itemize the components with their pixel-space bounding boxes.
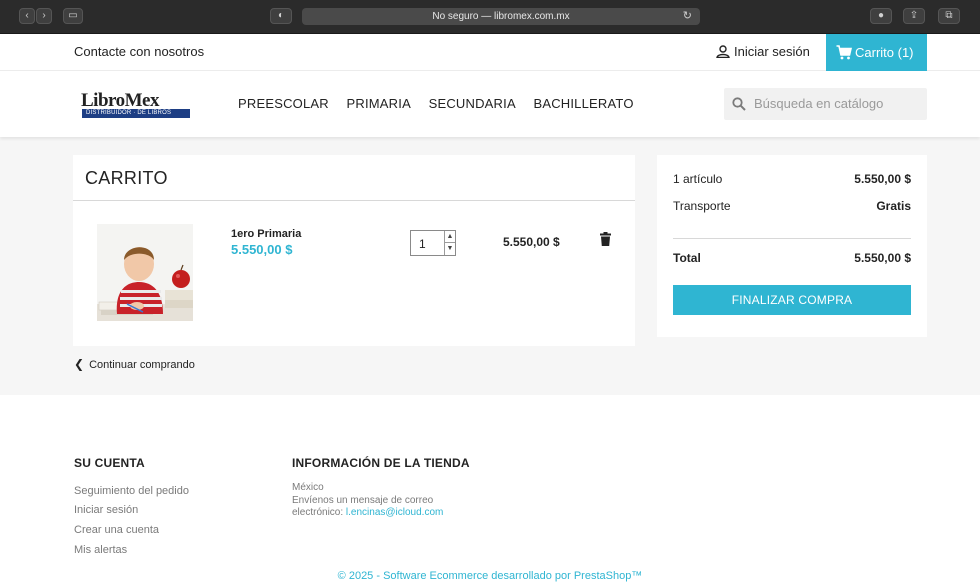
store-email-link[interactable]: l.encinas@icloud.com bbox=[346, 507, 443, 518]
site-header: LibroMex DISTRIBUIDOR · DE LIBROS PREESC… bbox=[0, 71, 980, 137]
share-icon[interactable]: ⇪ bbox=[903, 8, 925, 24]
total-label: Total bbox=[673, 251, 701, 265]
store-country: México bbox=[292, 482, 324, 493]
total-value: 5.550,00 $ bbox=[854, 251, 911, 265]
main-content: CARRITO 1ero Primaria 5.550,00 $ 1 ▲ ▼ 5… bbox=[0, 137, 980, 395]
store-message-line: Envíenos un mensaje de correo bbox=[292, 494, 434, 506]
quantity-stepper[interactable]: 1 ▲ ▼ bbox=[410, 230, 456, 256]
contact-link[interactable]: Contacte con nosotros bbox=[74, 44, 204, 59]
shipping-value: Gratis bbox=[876, 199, 911, 213]
privacy-shield-icon[interactable]: ◐ bbox=[270, 8, 292, 24]
nav-item-secundaria[interactable]: SECUNDARIA bbox=[429, 96, 516, 111]
back-button[interactable]: ‹ bbox=[19, 8, 35, 24]
libromex-logo[interactable]: LibroMex DISTRIBUIDOR · DE LIBROS bbox=[81, 90, 191, 120]
trash-icon[interactable] bbox=[600, 232, 611, 246]
reload-icon[interactable]: ↻ bbox=[683, 8, 692, 25]
forward-button[interactable]: › bbox=[36, 8, 52, 24]
cart-title: CARRITO bbox=[85, 168, 168, 188]
divider bbox=[73, 200, 635, 201]
store-info-heading: INFORMACIÓN DE LA TIENDA bbox=[292, 456, 470, 470]
browser-chrome: ‹ › ▭ ◐ No seguro — libromex.com.mx ↻ ● … bbox=[0, 0, 980, 34]
nav-item-bachillerato[interactable]: BACHILLERATO bbox=[533, 96, 633, 111]
quantity-value[interactable]: 1 bbox=[419, 237, 426, 251]
divider bbox=[673, 238, 911, 239]
search-input[interactable]: Búsqueda en catálogo bbox=[724, 88, 927, 120]
shipping-label: Transporte bbox=[673, 199, 731, 213]
store-email-line: electrónico: l.encinas@icloud.com bbox=[292, 507, 443, 520]
signin-footer-link[interactable]: Iniciar sesión bbox=[74, 504, 138, 516]
create-account-link[interactable]: Crear una cuenta bbox=[74, 524, 159, 536]
continue-shopping-link[interactable]: ❮ Continuar comprando bbox=[74, 357, 195, 371]
continue-shopping-label: Continuar comprando bbox=[89, 359, 195, 371]
product-name[interactable]: 1ero Primaria bbox=[231, 228, 301, 240]
store-email-label: electrónico: bbox=[292, 507, 344, 518]
alerts-link[interactable]: Mis alertas bbox=[74, 544, 127, 556]
search-placeholder: Búsqueda en catálogo bbox=[754, 96, 884, 111]
cart-button[interactable]: Carrito (1) bbox=[826, 34, 927, 71]
line-total: 5.550,00 $ bbox=[503, 235, 560, 249]
sidebar-toggle-button[interactable]: ▭ bbox=[63, 8, 83, 24]
user-icon bbox=[716, 45, 730, 59]
checkout-button[interactable]: FINALIZAR COMPRA bbox=[673, 285, 911, 315]
increment-button[interactable]: ▲ bbox=[445, 231, 455, 243]
shopping-cart-icon bbox=[836, 45, 853, 60]
items-count-label: 1 artículo bbox=[673, 172, 723, 186]
order-summary: 1 artículo 5.550,00 $ Transporte Gratis … bbox=[657, 155, 927, 337]
store-info: México Envíenos un mensaje de correo ele… bbox=[292, 482, 443, 520]
quantity-spinner: ▲ ▼ bbox=[444, 231, 455, 255]
nav-item-primaria[interactable]: PRIMARIA bbox=[347, 96, 411, 111]
downloads-icon[interactable]: ● bbox=[870, 8, 892, 24]
product-price: 5.550,00 $ bbox=[231, 242, 293, 257]
decrement-button[interactable]: ▼ bbox=[445, 243, 455, 255]
tabs-overview-icon[interactable]: ⧉ bbox=[938, 8, 960, 24]
chevron-left-icon: ❮ bbox=[74, 357, 85, 371]
main-nav: PREESCOLAR PRIMARIA SECUNDARIA BACHILLER… bbox=[238, 96, 648, 111]
cart-panel: CARRITO 1ero Primaria 5.550,00 $ 1 ▲ ▼ 5… bbox=[73, 155, 635, 346]
logo-band: DISTRIBUIDOR · DE LIBROS bbox=[82, 109, 190, 118]
order-tracking-link[interactable]: Seguimiento del pedido bbox=[74, 485, 189, 497]
nav-item-preescolar[interactable]: PREESCOLAR bbox=[238, 96, 329, 111]
address-bar-text: No seguro — libromex.com.mx bbox=[432, 11, 570, 22]
cart-button-label: Carrito (1) bbox=[855, 45, 914, 60]
product-image[interactable] bbox=[97, 224, 193, 321]
signin-link[interactable]: Iniciar sesión bbox=[716, 44, 810, 59]
address-bar[interactable]: No seguro — libromex.com.mx ↻ bbox=[302, 8, 700, 25]
signin-label: Iniciar sesión bbox=[734, 44, 810, 59]
items-subtotal: 5.550,00 $ bbox=[854, 172, 911, 186]
search-icon bbox=[732, 97, 746, 111]
account-heading: SU CUENTA bbox=[74, 456, 145, 470]
copyright-link[interactable]: © 2025 - Software Ecommerce desarrollado… bbox=[0, 570, 980, 582]
